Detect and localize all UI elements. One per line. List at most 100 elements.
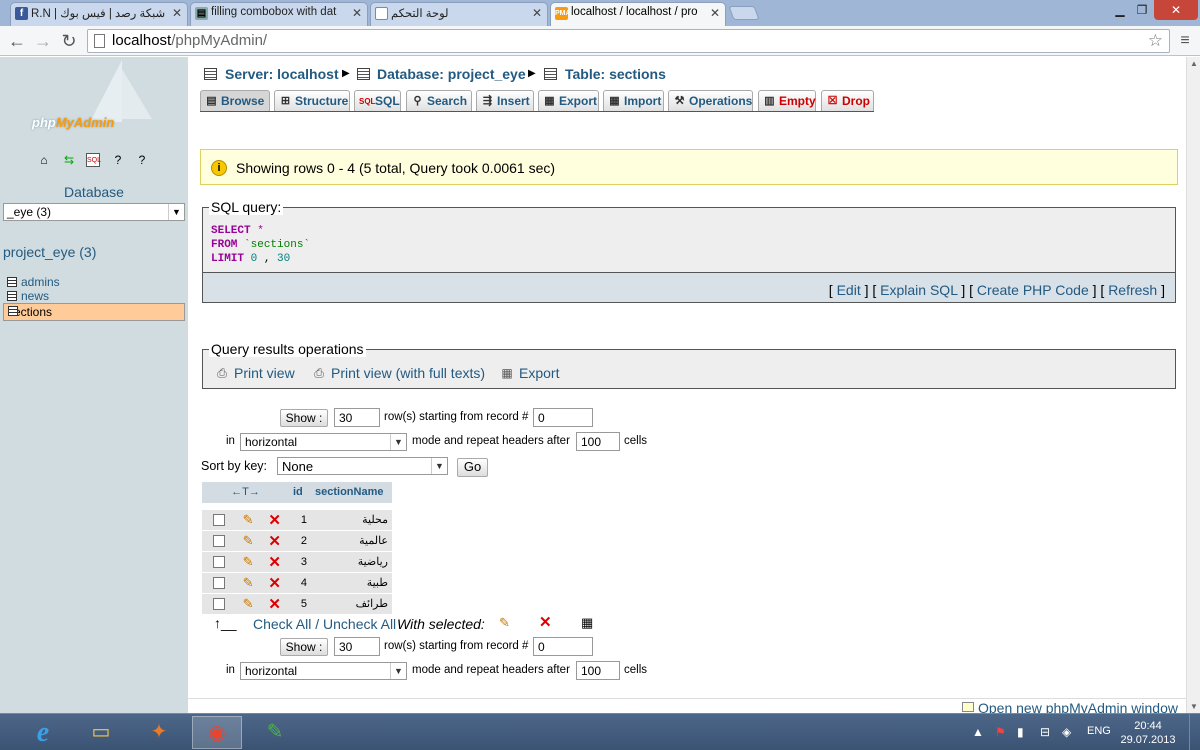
column-header-sectionname[interactable]: sectionName [311, 482, 392, 504]
edit-pencil-icon[interactable]: ✎ [243, 596, 254, 611]
reload-icon[interactable]: ↻ [58, 30, 80, 52]
delete-icon[interactable]: ✕ [268, 512, 281, 529]
export-link[interactable]: Export [519, 365, 559, 381]
row-checkbox[interactable] [212, 576, 225, 589]
column-header-id[interactable]: id [289, 482, 311, 504]
show-desktop-button[interactable] [1189, 714, 1200, 750]
show-button[interactable]: Show : [280, 409, 328, 427]
tab-insert[interactable]: ⇶ Insert [476, 90, 534, 111]
tab-empty[interactable]: ▥ Empty [758, 90, 816, 111]
delete-icon[interactable]: ✕ [268, 596, 281, 613]
check-all-link[interactable]: Check All / Uncheck All [253, 616, 396, 632]
browser-tab-phpmyadmin[interactable]: PMA localhost / localhost / pro ✕ [550, 2, 726, 26]
scroll-down-icon[interactable]: ▼ [1190, 702, 1198, 711]
breadcrumb-table[interactable]: Table: sections [565, 66, 666, 82]
tab-browse[interactable]: ▤ Browse [200, 90, 270, 111]
menu-icon[interactable]: ≡ [1174, 30, 1196, 52]
tab-search[interactable]: ⚲ Search [406, 90, 472, 111]
delete-icon[interactable]: ✕ [539, 613, 552, 631]
row-checkbox[interactable] [212, 597, 225, 610]
show-button[interactable]: Show : [280, 638, 328, 656]
language-indicator[interactable]: ENG [1087, 725, 1111, 737]
create-php-code-link[interactable]: Create PHP Code [977, 282, 1089, 298]
forward-icon[interactable]: → [32, 30, 54, 52]
volume-icon[interactable]: ◈ [1062, 725, 1071, 739]
rows-count-input[interactable]: 30 [334, 408, 380, 427]
sort-key-select[interactable]: None ▼ [277, 457, 448, 475]
edit-query-link[interactable]: Edit [837, 282, 861, 298]
database-name-link[interactable]: project_eye (3) [3, 244, 96, 260]
display-mode-select[interactable]: horizontal ▼ [240, 662, 407, 680]
print-view-link[interactable]: Print view [234, 365, 295, 381]
sidebar-table-admins[interactable]: admins [3, 275, 185, 289]
query-window-icon[interactable]: SQL [86, 153, 101, 167]
phpmyadmin-logo[interactable]: phpMyAdmin [32, 115, 114, 130]
explain-sql-link[interactable]: Explain SQL [880, 282, 957, 298]
delete-icon[interactable]: ✕ [268, 575, 281, 592]
start-record-input[interactable]: 0 [533, 408, 593, 427]
mysql-docs-icon[interactable]: ? [135, 153, 149, 167]
edit-pencil-icon[interactable]: ✎ [243, 575, 254, 590]
row-checkbox[interactable] [212, 555, 225, 568]
chrome-icon[interactable]: ◉ [192, 716, 242, 749]
row-checkbox[interactable] [212, 513, 225, 526]
edit-pencil-icon[interactable]: ✎ [243, 554, 254, 569]
edit-pencil-icon[interactable]: ✎ [243, 533, 254, 548]
documentation-icon[interactable]: ? [111, 153, 125, 167]
sidebar-table-news[interactable]: news [3, 289, 185, 303]
repeat-headers-input[interactable]: 100 [576, 432, 620, 451]
new-tab-button[interactable] [728, 6, 760, 20]
file-explorer-icon[interactable]: ▭ [76, 716, 126, 749]
tray-expand-icon[interactable]: ▲ [972, 725, 984, 739]
close-icon[interactable]: ✕ [172, 6, 182, 20]
system-clock[interactable]: 20:44 29.07.2013 [1120, 719, 1176, 747]
breadcrumb-server[interactable]: Server: localhost [225, 66, 339, 82]
bookmark-star-icon[interactable]: ☆ [1148, 31, 1163, 51]
main-scrollbar[interactable]: ▲ ▼ [1186, 57, 1200, 713]
browser-tab-control-panel[interactable]: لوحة التحكم ✕ [370, 2, 548, 26]
go-button[interactable]: Go [457, 458, 488, 477]
tray-app-icon[interactable]: ▮ [1017, 725, 1024, 739]
scroll-up-icon[interactable]: ▲ [1190, 59, 1198, 68]
row-checkbox[interactable] [212, 534, 225, 547]
tab-import[interactable]: ▦ Import [603, 90, 664, 111]
open-new-window-link[interactable]: Open new phpMyAdmin window [978, 700, 1178, 713]
close-icon[interactable]: ✕ [532, 6, 542, 20]
close-icon[interactable]: ✕ [710, 6, 720, 20]
sidebar-table-sections[interactable]: sections [3, 303, 185, 321]
minimize-icon[interactable]: ▁ [1110, 0, 1130, 20]
back-icon[interactable]: ← [6, 30, 28, 52]
notepad-icon[interactable]: ✎ [250, 716, 300, 749]
network-icon[interactable]: ⊟ [1040, 725, 1050, 739]
window-close-icon[interactable]: ✕ [1154, 0, 1198, 20]
print-view-full-link[interactable]: Print view (with full texts) [331, 365, 485, 381]
home-icon[interactable]: ⌂ [37, 153, 51, 167]
breadcrumb-database[interactable]: Database: project_eye [377, 66, 526, 82]
browser-tab-combobox[interactable]: ▤ filling combobox with dat ✕ [190, 2, 368, 26]
close-icon[interactable]: ✕ [352, 6, 362, 20]
delete-icon[interactable]: ✕ [268, 554, 281, 571]
repeat-headers-input[interactable]: 100 [576, 661, 620, 680]
action-center-icon[interactable]: ⚑ [995, 725, 1006, 739]
tab-drop[interactable]: ☒ Drop [821, 90, 874, 111]
restore-icon[interactable]: ❐ [1132, 0, 1152, 20]
database-select[interactable]: _eye (3) ▼ [3, 203, 185, 221]
edit-pencil-icon[interactable]: ✎ [243, 512, 254, 527]
export-icon[interactable]: ▦ [581, 615, 593, 631]
refresh-link[interactable]: Refresh [1108, 282, 1157, 298]
logout-icon[interactable]: ⇆ [62, 153, 76, 167]
tab-export[interactable]: ▦ Export [538, 90, 599, 111]
browser-tab-facebook[interactable]: f R.N | شبكة رصد | فيس بوك ✕ [10, 2, 188, 26]
internet-explorer-icon[interactable]: e [18, 716, 68, 749]
tab-structure[interactable]: ⊞ Structure [274, 90, 350, 111]
edit-pencil-icon[interactable]: ✎ [499, 615, 510, 631]
tab-operations[interactable]: ⚒ Operations [668, 90, 753, 111]
column-arrows-icon[interactable]: ←T→ [202, 482, 289, 504]
start-record-input[interactable]: 0 [533, 637, 593, 656]
xampp-icon[interactable]: ✦ [134, 716, 184, 749]
tab-sql[interactable]: SQL SQL [354, 90, 401, 111]
display-mode-select[interactable]: horizontal ▼ [240, 433, 407, 451]
rows-count-input[interactable]: 30 [334, 637, 380, 656]
delete-icon[interactable]: ✕ [268, 533, 281, 550]
address-bar[interactable]: localhost/phpMyAdmin/ ☆ [87, 29, 1170, 53]
